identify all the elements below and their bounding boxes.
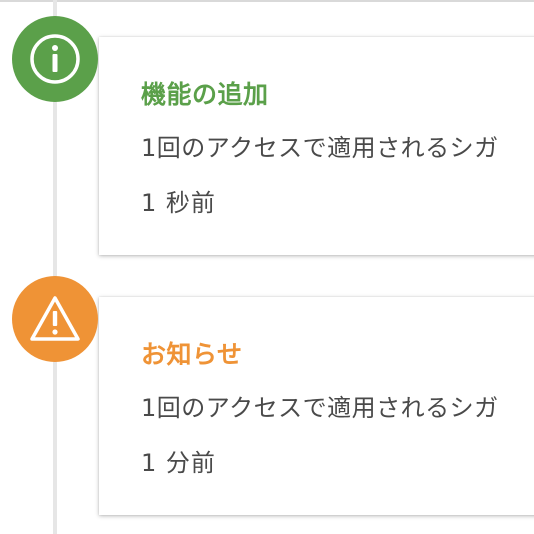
notification-card[interactable]: お知らせ 1回のアクセスで適用されるシガ 1 分前 xyxy=(99,297,534,515)
warning-icon xyxy=(28,294,82,344)
notification-title: 機能の追加 xyxy=(141,80,269,109)
notification-message: 1回のアクセスで適用されるシガ xyxy=(141,394,499,422)
notification-time: 1 秒前 xyxy=(141,189,216,217)
notification-timeline: 機能の追加 1回のアクセスで適用されるシガ 1 秒前 お知らせ 1回のアクセスで… xyxy=(0,0,534,534)
info-icon xyxy=(29,33,81,85)
top-divider xyxy=(0,0,534,2)
notification-time: 1 分前 xyxy=(141,449,216,477)
info-marker xyxy=(12,16,98,102)
notification-title: お知らせ xyxy=(141,340,243,369)
notification-message: 1回のアクセスで適用されるシガ xyxy=(141,134,499,162)
warning-marker xyxy=(12,276,98,362)
notification-card[interactable]: 機能の追加 1回のアクセスで適用されるシガ 1 秒前 xyxy=(99,37,534,255)
